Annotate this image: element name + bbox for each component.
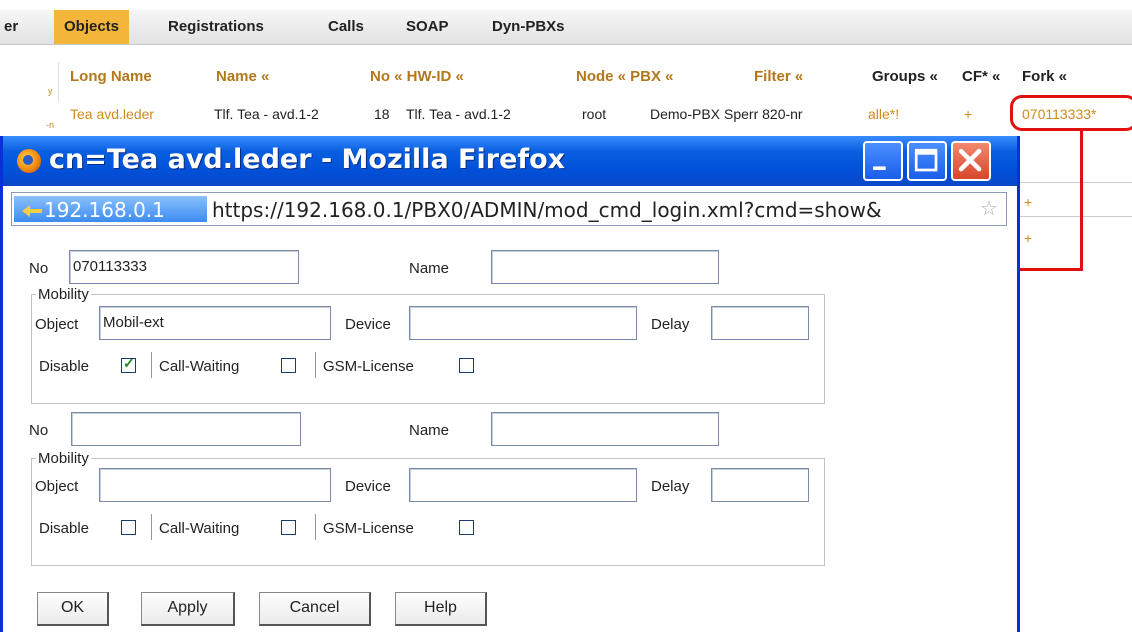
- divider: [315, 514, 316, 540]
- annotation-line: [1080, 129, 1083, 271]
- column-header-no-hwid[interactable]: No « HW-ID «: [370, 68, 464, 85]
- add-cf-link[interactable]: +: [1024, 230, 1032, 246]
- window-title: cn=Tea avd.leder - Mozilla Firefox: [49, 144, 566, 175]
- annotation-highlight-box: [1010, 95, 1132, 131]
- column-header-name[interactable]: Name «: [216, 68, 269, 85]
- call-waiting-label: Call-Waiting: [159, 358, 240, 375]
- divider: [151, 352, 152, 378]
- column-header-cf[interactable]: CF* «: [962, 68, 1000, 85]
- disable-label: Disable: [39, 358, 90, 375]
- column-header-fork[interactable]: Fork «: [1022, 68, 1067, 85]
- help-button[interactable]: Help: [395, 592, 487, 626]
- site-ip: 192.168.0.1: [44, 198, 165, 222]
- object-label: Object: [35, 478, 79, 495]
- no-label: No: [29, 260, 49, 277]
- column-header-filter[interactable]: Filter «: [754, 68, 803, 85]
- gsm-license-label: GSM-License: [323, 520, 414, 537]
- call-waiting-checkbox[interactable]: [281, 520, 296, 535]
- delay-label: Delay: [651, 478, 690, 495]
- minimize-button[interactable]: [863, 141, 903, 181]
- nav-item-calls[interactable]: Calls: [328, 10, 364, 44]
- firefox-icon: [17, 149, 41, 173]
- call-waiting-label: Call-Waiting: [159, 520, 240, 537]
- address-bar[interactable]: 192.168.0.1 https://192.168.0.1/PBX0/ADM…: [11, 192, 1007, 226]
- name-input[interactable]: [491, 412, 719, 446]
- cell-cf[interactable]: +: [964, 106, 972, 122]
- site-arrow-icon: [22, 205, 42, 217]
- disable-checkbox[interactable]: [121, 355, 136, 373]
- no-label: No: [29, 422, 49, 439]
- device-label: Device: [345, 478, 391, 495]
- column-header-long-name[interactable]: Long Name: [70, 68, 152, 85]
- cancel-button[interactable]: Cancel: [259, 592, 371, 626]
- sidebar-fragment: -n: [46, 120, 55, 130]
- maximize-button[interactable]: [907, 141, 947, 181]
- object-input[interactable]: [99, 468, 331, 502]
- nav-item-registrations[interactable]: Registrations: [168, 10, 264, 44]
- window-titlebar[interactable]: cn=Tea avd.leder - Mozilla Firefox: [3, 136, 1017, 186]
- nav-item-dyn-pbxs[interactable]: Dyn-PBXs: [492, 10, 565, 44]
- gsm-license-checkbox[interactable]: [459, 358, 474, 373]
- mobility-legend: Mobility: [38, 450, 89, 467]
- name-input[interactable]: [491, 250, 719, 284]
- sidebar-fragment: y: [48, 86, 53, 96]
- close-button[interactable]: [951, 141, 991, 181]
- cell-filter: Sperr 820-nr: [724, 106, 803, 122]
- delay-label: Delay: [651, 316, 690, 333]
- cell-long-name[interactable]: Tea avd.leder: [70, 106, 154, 122]
- no-input[interactable]: [71, 412, 301, 446]
- top-navigation: er Objects Registrations Calls SOAP Dyn-…: [0, 10, 1132, 45]
- device-label: Device: [345, 316, 391, 333]
- site-identity-button[interactable]: 192.168.0.1: [14, 196, 207, 222]
- device-input[interactable]: [409, 468, 637, 502]
- column-header-node-pbx[interactable]: Node « PBX «: [576, 68, 674, 85]
- gsm-license-label: GSM-License: [323, 358, 414, 375]
- disable-checkbox[interactable]: [121, 520, 136, 535]
- delay-input[interactable]: [711, 468, 809, 502]
- cell-node: root: [582, 106, 607, 122]
- delay-input[interactable]: [711, 306, 809, 340]
- cell-name: Tlf. Tea - avd.1-2: [214, 106, 319, 122]
- name-label: Name: [409, 260, 450, 277]
- ok-button[interactable]: OK: [37, 592, 109, 626]
- url-text[interactable]: https://192.168.0.1/PBX0/ADMIN/mod_cmd_l…: [212, 197, 972, 223]
- divider: [151, 514, 152, 540]
- row-divider: [1020, 182, 1132, 183]
- nav-item-objects[interactable]: Objects: [54, 10, 130, 44]
- row-divider: [1020, 216, 1132, 217]
- nav-item-soap[interactable]: SOAP: [406, 10, 449, 44]
- cell-hw-id: Tlf. Tea - avd.1-2: [406, 106, 511, 122]
- apply-button[interactable]: Apply: [141, 592, 235, 626]
- cell-groups[interactable]: alle*!: [868, 106, 899, 122]
- add-cf-link[interactable]: +: [1024, 194, 1032, 210]
- no-input[interactable]: 070113333: [69, 250, 299, 284]
- bookmark-star-icon[interactable]: ☆: [980, 199, 998, 219]
- divider: [315, 352, 316, 378]
- cell-pbx: Demo-PBX: [650, 106, 721, 122]
- object-input[interactable]: Mobil-ext: [99, 306, 331, 340]
- nav-item-partial[interactable]: er: [4, 10, 18, 44]
- minimize-icon: [873, 166, 886, 170]
- maximize-icon: [914, 148, 938, 172]
- close-icon: [958, 148, 982, 172]
- cell-no: 18: [374, 106, 390, 122]
- left-sidebar-strip: y -n: [0, 62, 59, 130]
- call-waiting-checkbox[interactable]: [281, 358, 296, 373]
- mobility-legend: Mobility: [38, 286, 89, 303]
- name-label: Name: [409, 422, 450, 439]
- object-label: Object: [35, 316, 79, 333]
- disable-label: Disable: [39, 520, 90, 537]
- mobility-fieldset: Mobility: [31, 286, 825, 404]
- gsm-license-checkbox[interactable]: [459, 520, 474, 535]
- column-header-groups[interactable]: Groups «: [872, 68, 938, 85]
- firefox-popup-window: cn=Tea avd.leder - Mozilla Firefox 192.1…: [0, 136, 1020, 632]
- device-input[interactable]: [409, 306, 637, 340]
- fork-edit-form: No 070113333 Name Mobility Object Mobil-…: [3, 232, 1017, 632]
